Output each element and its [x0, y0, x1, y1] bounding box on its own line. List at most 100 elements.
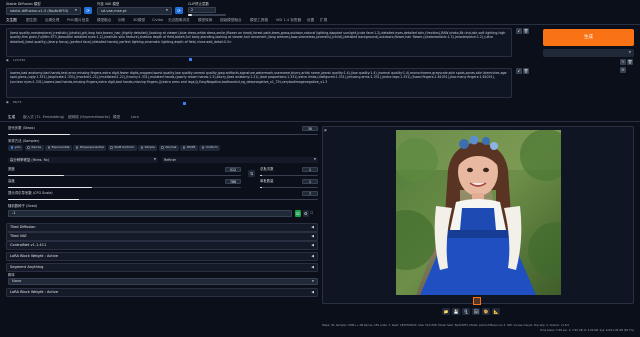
accordion-label: Segment Anything [10, 265, 44, 270]
save-icon[interactable]: 💾 [452, 308, 460, 315]
tab-txt2img[interactable]: 文生图 [6, 18, 17, 22]
height-label: 高度 [8, 179, 15, 183]
recycle-icon[interactable]: ♻ [302, 210, 309, 217]
batch-size-slider[interactable] [260, 187, 318, 189]
batch-count-slider[interactable] [260, 175, 318, 177]
tab-super-merge[interactable]: 超级模型融合 [220, 18, 242, 22]
script-value: None [12, 279, 22, 284]
swap-dimensions-button[interactable]: ⇅ [248, 170, 255, 177]
radio-option[interactable]: Normal [158, 145, 179, 151]
tab-extensions[interactable]: 扩展 [320, 18, 327, 22]
accordion-segment-anything[interactable]: Segment Anything ◀ [6, 263, 318, 272]
tab-extras[interactable]: 后期处理 [45, 18, 59, 22]
generate-button[interactable]: 生成 [543, 29, 634, 46]
dice-icon[interactable]: ⚄ [295, 210, 301, 217]
batch-count-input[interactable]: 1 [302, 167, 318, 172]
arrow-icon[interactable]: ↙ [516, 28, 522, 34]
hires-fix-row[interactable]: 高分辨率修复 (Hires. fix) ▼ [8, 157, 158, 163]
batch-size-input[interactable]: 1 [302, 179, 318, 184]
tab-merge[interactable]: 模型融合 [97, 18, 111, 22]
radio-option[interactable]: Polyexponential [73, 145, 107, 151]
triangle-left-icon: ◀ [311, 225, 314, 230]
batch-count-label: 总批次数 [260, 167, 274, 171]
accordion-tiled-diffusion[interactable]: Tiled Diffusion ◀ [6, 223, 318, 232]
radio-option[interactable]: SGM Uniform [107, 145, 137, 151]
radio-option[interactable]: Karras [24, 145, 44, 151]
negative-counter: 86/75 [12, 100, 22, 104]
folder-icon[interactable]: 📁 [442, 308, 450, 315]
trash-icon[interactable]: 🗑 [523, 28, 529, 34]
radio-option[interactable]: Uniform [199, 145, 221, 151]
refiner-label: Refiner [164, 157, 177, 162]
subtab-hypernetworks[interactable]: 超网络 (Hypernetworks) [68, 115, 110, 119]
script-select[interactable]: None ▼ [8, 278, 318, 285]
chevron-down-icon: ▼ [74, 8, 77, 13]
radio-option[interactable]: DDIM [180, 145, 198, 151]
subtab-models[interactable]: 模型 [113, 115, 120, 119]
cfg-label: 提示词引导系数 (CFG Scale) [8, 191, 53, 195]
palette-icon[interactable]: 🎨 [482, 308, 490, 315]
prompt-textarea[interactable]: (best quality,masterpiece),(realistic),(… [6, 28, 512, 57]
vae-select[interactable]: sd-vae-mse.pt ▼ [97, 7, 172, 16]
tab-toolbox[interactable]: 模型工具箱 [250, 18, 268, 22]
clip-slider[interactable] [188, 14, 226, 16]
refresh-icon: ⟳ [177, 8, 181, 13]
cfg-slider[interactable] [8, 199, 318, 201]
accordion-lora-block-weight[interactable]: LoRA Block Weight : Active ◀ [6, 252, 318, 261]
steps-input[interactable]: 30 [302, 126, 318, 131]
steps-slider[interactable] [8, 134, 318, 136]
edit-icon[interactable]: ✎ [620, 59, 626, 65]
width-input[interactable]: 512 [225, 167, 241, 172]
trash-icon[interactable]: 🗑 [627, 59, 633, 65]
radio-option[interactable]: yolo [8, 145, 24, 151]
negative-prompt-textarea[interactable]: lowres,bad anatomy,bad hands,text,error,… [6, 68, 512, 98]
tab-3d[interactable]: 3D模型 [133, 18, 145, 22]
width-label: 宽度 [8, 167, 15, 171]
radio-option[interactable]: Exponential [45, 145, 72, 151]
arrow-icon[interactable]: ↙ [516, 68, 522, 74]
zip-icon[interactable]: 🗜 [462, 308, 470, 315]
refiner-row[interactable]: Refiner ▼ [162, 157, 318, 163]
tab-wd-tagger[interactable]: WD 1.4 标签器 [276, 18, 301, 22]
radio-option[interactable]: Simple [138, 145, 158, 151]
trash-icon[interactable]: 🗑 [523, 68, 529, 74]
tab-png-info[interactable]: PNG图片信息 [67, 18, 89, 22]
generated-image[interactable] [396, 130, 561, 295]
height-slider[interactable] [8, 187, 241, 189]
checkpoint-section: Stable Diffusion 模型 sdxlxl-diffusion-v1-… [6, 2, 81, 16]
checkpoint-label: Stable Diffusion 模型 [6, 2, 41, 6]
cfg-input[interactable]: 7 [302, 191, 318, 196]
checkbox-icon[interactable] [189, 58, 192, 61]
subtab-lora[interactable]: Lora [131, 115, 139, 119]
refresh-checkpoint-button[interactable]: ⟳ [84, 7, 92, 14]
height-input[interactable]: 768 [225, 179, 241, 184]
tab-civitai[interactable]: Civitai [152, 18, 163, 22]
accordion-controlnet[interactable]: ControlNet v1.1.411 ◀ [6, 241, 318, 250]
checkpoint-value: sdxlxl-diffusion-v1-5 (fbp6c6f53) [10, 9, 69, 13]
refresh-vae-button[interactable]: ⟳ [175, 7, 183, 14]
clip-input[interactable]: 2 [188, 7, 216, 14]
tab-train[interactable]: 训练 [118, 18, 125, 22]
style-select[interactable]: ▼ [543, 49, 634, 57]
tab-settings[interactable]: 设置 [307, 18, 314, 22]
chevron-down-icon: ▼ [313, 157, 316, 162]
refresh-icon[interactable]: ⟳ [620, 67, 626, 73]
hires-fix-label: 高分辨率修复 (Hires. fix) [10, 157, 50, 162]
tab-img2img[interactable]: 图生图 [26, 18, 37, 22]
tab-browser[interactable]: 无边图像浏览 [168, 18, 190, 22]
negative-option-checkbox[interactable] [183, 102, 186, 105]
subtab-embedding[interactable]: 嵌入式 (T.I. Embedding) [23, 115, 64, 119]
subtab-generate[interactable]: 生成 [8, 115, 15, 119]
image-icon[interactable]: 🖼 [472, 308, 480, 315]
prompt-footer: ▣ 123/150 [6, 58, 25, 63]
tab-convert[interactable]: 模型转换 [198, 18, 212, 22]
width-slider[interactable] [8, 175, 241, 177]
seed-input[interactable]: -1 [8, 210, 292, 217]
accordion-tiled-vae[interactable]: Tiled VAE ◀ [6, 232, 318, 241]
checkbox-icon[interactable]: ☐ [310, 210, 314, 217]
style-tools-2: ⟳ [620, 67, 626, 73]
resize-icon[interactable]: 📐 [492, 308, 500, 315]
checkpoint-select[interactable]: sdxlxl-diffusion-v1-5 (fbp6c6f53) ▼ [6, 7, 81, 16]
thumbnail[interactable] [473, 297, 481, 305]
accordion-lora-block-weight-script[interactable]: LoRA Block Weight : Active ◀ [6, 288, 318, 297]
